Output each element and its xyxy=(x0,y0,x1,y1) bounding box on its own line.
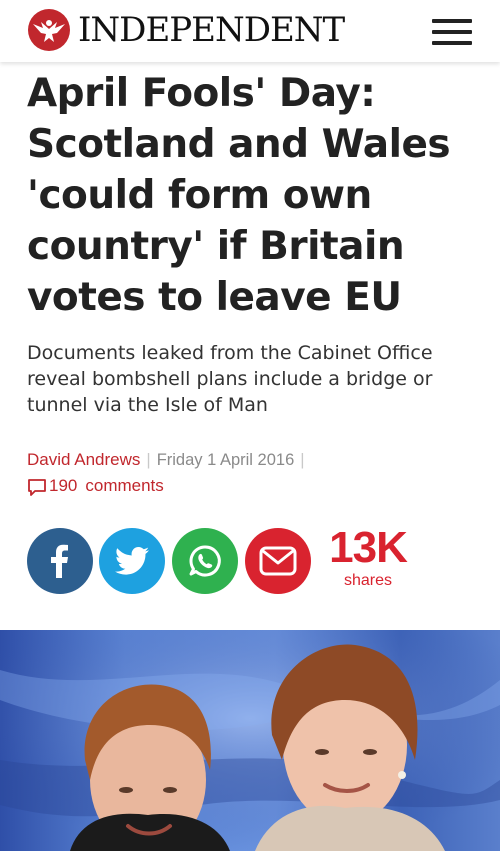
divider: | xyxy=(300,451,305,469)
hero-photo xyxy=(0,630,500,851)
divider: | xyxy=(146,451,151,469)
article-standfirst: Documents leaked from the Cabinet Office… xyxy=(27,342,433,416)
comments-link[interactable]: 190 comments xyxy=(27,474,164,498)
brand-wordmark[interactable]: INDEPENDENT xyxy=(78,8,345,52)
byline: David Andrews | Friday 1 April 2016 | xyxy=(27,448,311,472)
menu-bar xyxy=(432,41,472,45)
article-headline: April Fools' Day: Scotland and Wales 'co… xyxy=(27,71,451,320)
comments-count: 190 xyxy=(49,476,78,495)
hero-image[interactable] xyxy=(0,630,500,851)
comment-bubble-icon xyxy=(28,478,46,496)
twitter-icon xyxy=(115,546,149,575)
share-label: shares xyxy=(343,572,393,589)
site-header: INDEPENDENT xyxy=(0,0,500,62)
share-total: 13K xyxy=(329,523,408,572)
email-icon xyxy=(259,546,297,576)
share-count: 13K shares xyxy=(324,524,412,590)
hamburger-menu-icon[interactable] xyxy=(432,19,472,45)
comments-label: comments xyxy=(85,476,164,495)
email-share-button[interactable] xyxy=(245,528,311,594)
eagle-logo-icon[interactable] xyxy=(27,8,71,52)
publish-date: Friday 1 April 2016 xyxy=(156,451,295,469)
twitter-share-button[interactable] xyxy=(99,528,165,594)
facebook-icon xyxy=(51,544,68,578)
whatsapp-share-button[interactable] xyxy=(172,528,238,594)
menu-bar xyxy=(432,30,472,34)
whatsapp-icon xyxy=(189,545,221,577)
menu-bar xyxy=(432,19,472,23)
author-link[interactable]: David Andrews xyxy=(27,450,140,469)
facebook-share-button[interactable] xyxy=(27,528,93,594)
